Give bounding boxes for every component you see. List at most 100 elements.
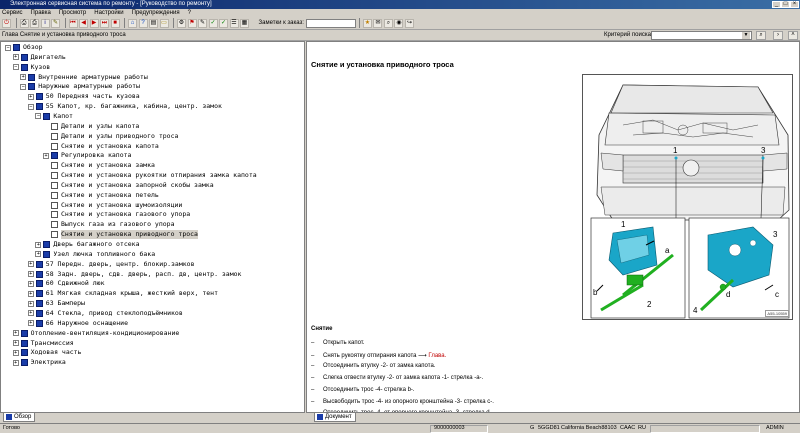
tree-item[interactable]: + Отопление-вентиляция-кондиционирование bbox=[12, 329, 179, 338]
list-button[interactable]: ☰ bbox=[229, 18, 239, 28]
tree-item[interactable]: + Регулировка капота bbox=[43, 151, 131, 160]
tree-item[interactable]: − Наружные арматурные работы bbox=[20, 82, 140, 91]
tree-item[interactable]: +58 Задн. дверь, сдв. дверь, расп. дв, ц… bbox=[27, 270, 241, 279]
expand-icon[interactable]: + bbox=[27, 280, 34, 287]
tree-item[interactable]: +66 Наружное оснащение bbox=[27, 318, 128, 328]
expand-icon[interactable]: + bbox=[27, 271, 34, 278]
tree-item[interactable]: +64 Стекла, привод стеклоподъёмников bbox=[27, 309, 183, 318]
tree-item[interactable]: + Двигатель bbox=[12, 53, 66, 62]
tab-overview[interactable]: Обзор bbox=[3, 413, 36, 422]
tree-item[interactable]: +50 Передняя часть кузова bbox=[27, 92, 140, 101]
home-button[interactable]: ⌂ bbox=[128, 18, 137, 28]
document-button[interactable]: ▤ bbox=[149, 18, 158, 28]
collapse-icon[interactable]: − bbox=[27, 103, 34, 110]
tree-item[interactable]: + Электрика bbox=[12, 358, 66, 367]
back-button[interactable]: ◀ bbox=[79, 18, 88, 28]
collapse-icon[interactable]: − bbox=[20, 83, 27, 90]
tree-item[interactable]: + Внутренние арматурные работы bbox=[20, 73, 148, 82]
menu-item-0[interactable]: Сервис bbox=[2, 10, 23, 16]
help-button[interactable]: ? bbox=[138, 18, 148, 28]
search-button[interactable]: ⌕ bbox=[756, 31, 766, 40]
settings-button[interactable]: ⚙ bbox=[177, 18, 186, 28]
grid-button[interactable]: ▦ bbox=[240, 18, 249, 28]
menu-item-4[interactable]: Предупреждения bbox=[132, 10, 180, 16]
print-preview-button[interactable]: ⎙ bbox=[30, 18, 39, 28]
exit-door-button[interactable]: ↪ bbox=[404, 18, 414, 28]
menu-item-5[interactable]: ? bbox=[188, 10, 191, 16]
search-input[interactable]: ▼ bbox=[651, 31, 752, 40]
info-button[interactable]: i bbox=[40, 18, 50, 28]
bookmark-button[interactable]: ⚑ bbox=[187, 18, 197, 28]
expand-icon[interactable]: + bbox=[35, 241, 42, 248]
rewind-button[interactable]: ⏮ bbox=[68, 18, 78, 28]
maximize-button[interactable]: □ bbox=[781, 1, 790, 8]
expand-icon[interactable]: + bbox=[12, 54, 19, 61]
tree-item[interactable]: Детали и узлы капота bbox=[43, 122, 139, 131]
tree-item[interactable]: Снятие и установка петель bbox=[43, 191, 159, 200]
tree-item[interactable]: Выпуск газа из газового упора bbox=[43, 220, 175, 229]
forward-button[interactable]: ▶ bbox=[89, 18, 99, 28]
mail-button[interactable]: ✉ bbox=[373, 18, 383, 28]
end-button[interactable]: ⏭ bbox=[100, 18, 109, 28]
expand-icon[interactable]: + bbox=[27, 320, 34, 327]
star-button[interactable]: ★ bbox=[362, 18, 372, 28]
expand-icon[interactable]: + bbox=[12, 330, 19, 337]
tree-item[interactable]: + Трансмиссия bbox=[12, 339, 74, 348]
tree-item[interactable]: Снятие и установка капота bbox=[43, 142, 159, 151]
expand-icon[interactable]: + bbox=[12, 349, 19, 356]
expand-icon[interactable]: + bbox=[27, 300, 34, 307]
tree-item[interactable]: +60 Сдвижной люк bbox=[27, 279, 105, 288]
chapter-link[interactable]: Глава. bbox=[428, 353, 446, 359]
tab-document[interactable]: Документ bbox=[314, 413, 356, 422]
tree-item[interactable]: Снятие и установка замка bbox=[43, 161, 155, 170]
tree-item[interactable]: +61 Мягкая складная крыша, жесткий верх,… bbox=[27, 289, 218, 298]
camera-button[interactable]: ◉ bbox=[394, 18, 404, 28]
exit-button[interactable]: ⏻ bbox=[2, 18, 11, 28]
menu-item-3[interactable]: Настройки bbox=[94, 10, 123, 16]
tree-item[interactable]: − Кузов bbox=[12, 63, 50, 72]
print-button[interactable]: ⎙ bbox=[19, 18, 29, 28]
expand-icon[interactable]: + bbox=[27, 261, 34, 268]
tree-item[interactable]: +63 Бамперы bbox=[27, 299, 85, 308]
tree-item[interactable]: − Капот bbox=[35, 112, 73, 121]
tree-item[interactable]: − Обзор bbox=[5, 43, 43, 52]
expand-icon[interactable]: + bbox=[27, 310, 34, 317]
collapse-icon[interactable]: − bbox=[5, 44, 11, 51]
tree-item[interactable]: Снятие и установка запорной скобы замка bbox=[43, 181, 214, 190]
pencil-button[interactable]: ✎ bbox=[51, 18, 60, 28]
check-all-button[interactable]: ✓ bbox=[219, 18, 228, 28]
collapse-icon[interactable]: − bbox=[35, 113, 42, 120]
expand-icon[interactable]: + bbox=[20, 74, 27, 81]
search-next-button[interactable]: › bbox=[773, 31, 783, 40]
tree-item[interactable]: + Ходовая часть bbox=[12, 348, 81, 357]
minimize-button[interactable]: _ bbox=[772, 1, 781, 8]
folder-button[interactable]: ▭ bbox=[159, 18, 169, 28]
close-button[interactable]: × bbox=[790, 1, 799, 8]
tree-item[interactable]: +57 Передн. дверь, центр. блокир.замков bbox=[27, 260, 195, 269]
stop-button[interactable]: ■ bbox=[110, 18, 120, 28]
collapse-button[interactable]: ˄ bbox=[788, 31, 798, 40]
expand-icon[interactable]: + bbox=[43, 152, 49, 159]
tree-item[interactable]: Снятие и установка приводного троса bbox=[43, 230, 198, 240]
tree-item[interactable]: − 55 Капот, кр. багажника, кабина, центр.… bbox=[27, 102, 222, 111]
search-button[interactable]: ⌕ bbox=[383, 18, 393, 28]
order-notes-input[interactable] bbox=[305, 18, 356, 28]
tree-item-label: 66 Наружное оснащение bbox=[45, 318, 128, 327]
expand-icon[interactable]: + bbox=[27, 290, 34, 297]
expand-icon[interactable]: + bbox=[27, 93, 34, 100]
tree-item[interactable]: Детали и узлы приводного троса bbox=[43, 132, 178, 141]
collapse-icon[interactable]: − bbox=[12, 64, 19, 71]
expand-icon[interactable]: + bbox=[35, 251, 42, 258]
menu-item-2[interactable]: Просмотр bbox=[59, 10, 86, 16]
check-button[interactable]: ✓ bbox=[208, 18, 218, 28]
tree-item[interactable]: Снятие и установка рукоятки отпирания за… bbox=[43, 171, 257, 180]
tree-item[interactable]: Снятие и установка газового упора bbox=[43, 210, 190, 219]
expand-icon[interactable]: + bbox=[12, 359, 19, 366]
edit-button[interactable]: ✎ bbox=[198, 18, 207, 28]
expand-icon[interactable]: + bbox=[12, 340, 19, 346]
tree-item[interactable]: + Дверь багажного отсека bbox=[35, 240, 139, 249]
chevron-down-icon[interactable]: ▼ bbox=[742, 32, 750, 39]
menu-item-1[interactable]: Правка bbox=[31, 10, 51, 16]
tree-item[interactable]: Снятие и установка шумоизоляции bbox=[43, 201, 182, 210]
tree-item[interactable]: + Узел лючка топливного бака bbox=[35, 250, 155, 259]
